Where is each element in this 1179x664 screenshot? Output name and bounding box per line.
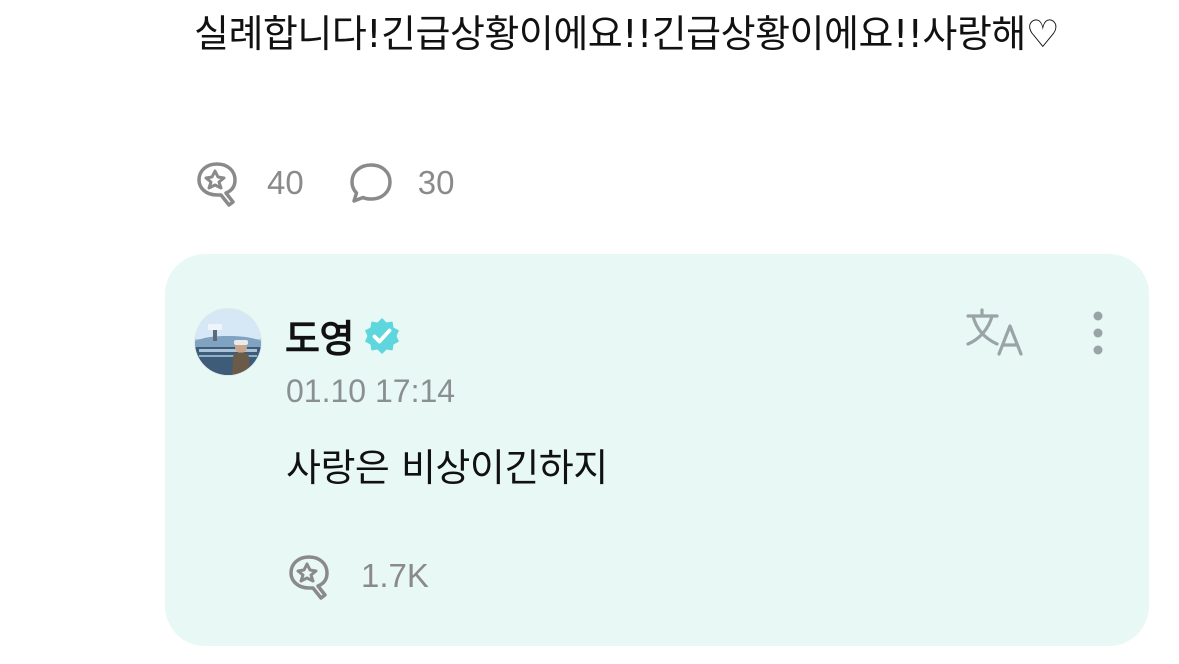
reply-card: 도영 01.10 17:14 사랑은 비상이긴하지 1.7K <box>165 254 1149 646</box>
reply-like-count: 1.7K <box>361 557 429 594</box>
post-like-button[interactable]: 40 <box>193 158 304 208</box>
reply-text: 사랑은 비상이긴하지 <box>286 446 608 490</box>
avatar[interactable] <box>195 309 261 375</box>
translate-icon <box>966 308 1023 356</box>
translate-button[interactable] <box>965 308 1029 358</box>
sparkle-bubble-icon <box>289 555 329 600</box>
timestamp: 01.10 17:14 <box>286 373 456 409</box>
verified-badge-icon <box>364 317 399 354</box>
author-row: 도영 <box>285 308 402 363</box>
speech-bubble-icon <box>349 163 392 203</box>
more-options-button[interactable] <box>1083 308 1113 362</box>
author-name[interactable]: 도영 <box>285 308 354 363</box>
post-comment-count: 30 <box>417 164 455 201</box>
reply-like-button[interactable]: 1.7K <box>285 551 429 601</box>
sparkle-bubble-icon <box>197 162 237 207</box>
post-text: 실례합니다!긴급상황이에요!!긴급상황이에요!!사랑해♡ <box>194 12 1060 56</box>
avatar-photo <box>195 309 261 375</box>
post-actions: 40 30 <box>193 158 454 208</box>
more-vertical-icon <box>1093 311 1103 355</box>
post-like-count: 40 <box>267 164 304 201</box>
post-comment-button[interactable]: 30 <box>346 159 455 207</box>
